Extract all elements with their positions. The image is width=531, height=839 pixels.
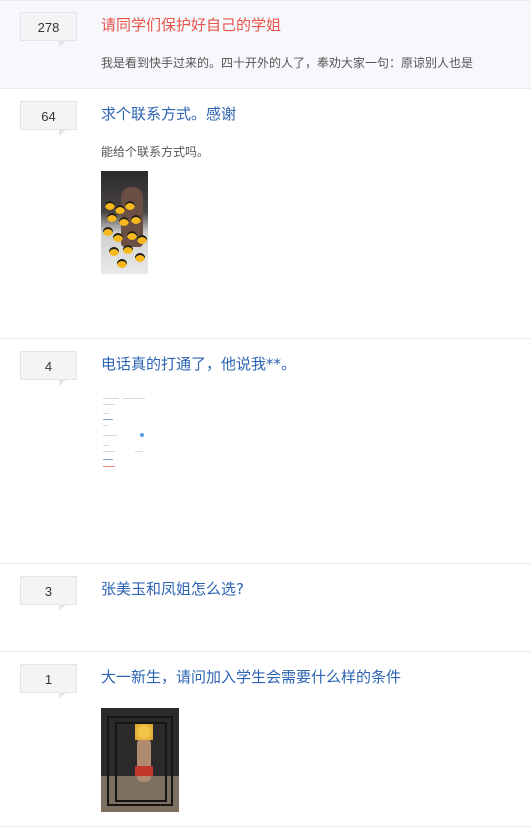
list-item[interactable]: 278 请同学们保护好自己的学姐 我是看到快手过来的。四十开外的人了，奉劝大家一… bbox=[0, 1, 531, 89]
reply-count-badge: 1 bbox=[20, 664, 77, 699]
post-excerpt: 我是看到快手过来的。四十开外的人了，奉劝大家一句：原谅别人也是 bbox=[101, 56, 474, 70]
post-thumbnail-image[interactable] bbox=[101, 171, 148, 274]
post-title-link[interactable]: 电话真的打通了，他说我**。 bbox=[101, 354, 296, 374]
post-thumbnail-image[interactable] bbox=[101, 708, 179, 812]
list-item[interactable]: 3 张美玉和凤姐怎么选? bbox=[0, 564, 531, 652]
list-item[interactable]: 1 大一新生，请问加入学生会需要什么样的条件 bbox=[0, 652, 531, 827]
reply-count-badge: 278 bbox=[20, 12, 77, 47]
reply-count-badge: 3 bbox=[20, 576, 77, 611]
post-title-link[interactable]: 求个联系方式。感谢 bbox=[101, 104, 236, 124]
reply-count-badge: 64 bbox=[20, 101, 77, 136]
post-title-link[interactable]: 请同学们保护好自己的学姐 bbox=[101, 15, 281, 35]
list-item[interactable]: 4 电话真的打通了，他说我**。 bbox=[0, 339, 531, 564]
post-excerpt: 能给个联系方式吗。 bbox=[101, 145, 210, 159]
thread-list: 278 请同学们保护好自己的学姐 我是看到快手过来的。四十开外的人了，奉劝大家一… bbox=[0, 0, 531, 839]
post-title-link[interactable]: 张美玉和凤姐怎么选? bbox=[101, 579, 244, 599]
reply-count-badge: 4 bbox=[20, 351, 77, 386]
list-item[interactable]: 64 求个联系方式。感谢 能给个联系方式吗。 bbox=[0, 89, 531, 339]
post-thumbnail-image[interactable] bbox=[101, 395, 148, 477]
post-title-link[interactable]: 大一新生，请问加入学生会需要什么样的条件 bbox=[101, 667, 401, 687]
